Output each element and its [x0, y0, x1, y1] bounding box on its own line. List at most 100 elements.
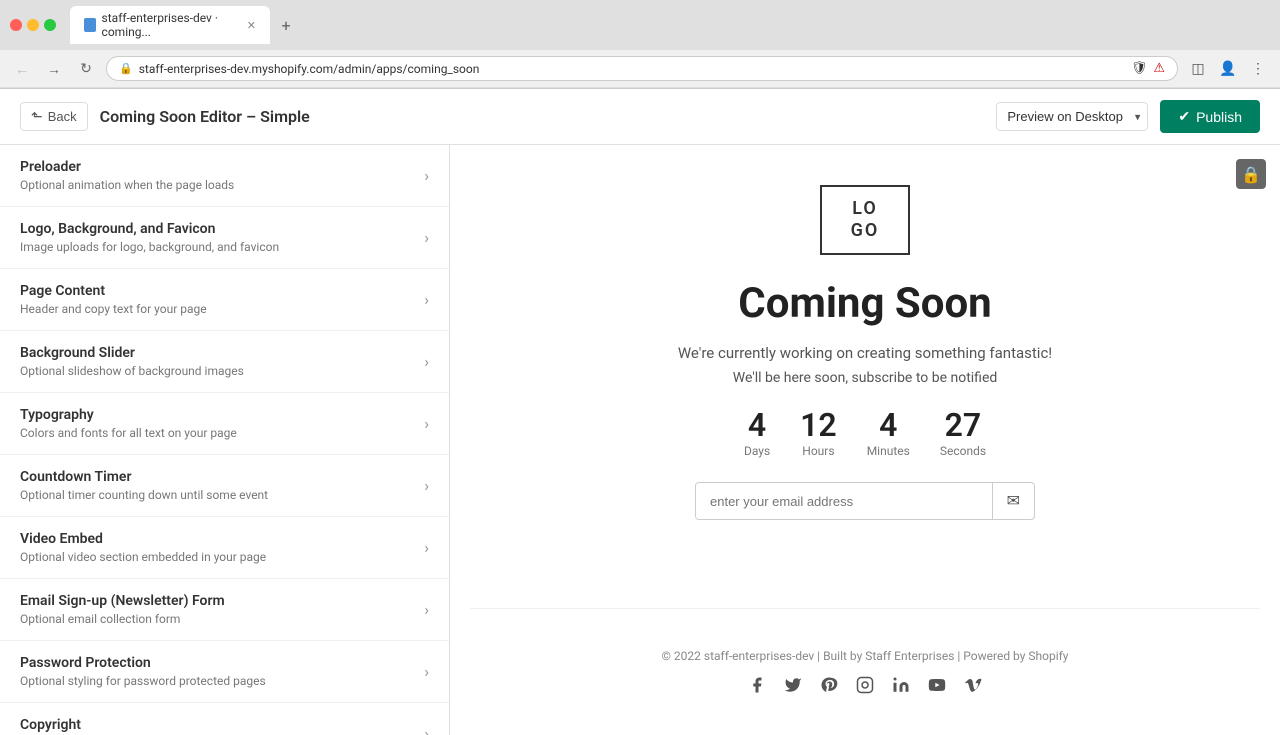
sidebar-item-typography[interactable]: Typography Colors and fonts for all text…	[0, 393, 449, 455]
sidebar-item-logo-bg-favicon[interactable]: Logo, Background, and Favicon Image uplo…	[0, 207, 449, 269]
sidebar-item-countdown[interactable]: Countdown Timer Optional timer counting …	[0, 455, 449, 517]
footer-copyright: © 2022 staff-enterprises-dev | Built by …	[470, 649, 1260, 663]
extensions-btn[interactable]: ◫	[1186, 57, 1210, 81]
sidebar-item-preloader[interactable]: Preloader Optional animation when the pa…	[0, 145, 449, 207]
back-button[interactable]: ⬑ Back	[20, 102, 88, 131]
sidebar-item-content-countdown: Countdown Timer Optional timer counting …	[20, 469, 424, 502]
address-bar[interactable]: 🔒 staff-enterprises-dev.myshopify.com/ad…	[106, 56, 1178, 81]
pinterest-icon[interactable]	[819, 675, 839, 695]
publish-button[interactable]: ✔ Publish	[1160, 100, 1260, 133]
coming-soon-subscribe-text: We'll be here soon, subscribe to be noti…	[733, 370, 998, 386]
browser-dots	[10, 19, 56, 31]
sidebar-item-title-preloader: Preloader	[20, 159, 424, 175]
preview-select-wrapper: Preview on Desktop Preview on Mobile	[996, 102, 1148, 131]
sidebar-item-desc-logo: Image uploads for logo, background, and …	[20, 240, 424, 254]
lock-icon-container: 🔒	[1236, 159, 1266, 189]
twitter-icon[interactable]	[783, 675, 803, 695]
countdown-seconds-value: 27	[945, 406, 982, 444]
dot-close[interactable]	[10, 19, 22, 31]
preview-mode-select[interactable]: Preview on Desktop Preview on Mobile	[996, 102, 1148, 131]
countdown-days-value: 4	[748, 406, 766, 444]
sidebar-item-password-protection[interactable]: Password Protection Optional styling for…	[0, 641, 449, 703]
logo-text: LOGO	[851, 198, 880, 241]
sidebar-item-arrow-preloader: ›	[424, 166, 429, 185]
countdown-seconds: 27 Seconds	[940, 406, 986, 458]
sidebar-item-arrow-logo: ›	[424, 228, 429, 247]
tab-close-btn[interactable]: ✕	[247, 19, 256, 32]
vimeo-icon[interactable]	[963, 675, 983, 695]
sidebar-item-video-embed[interactable]: Video Embed Optional video section embed…	[0, 517, 449, 579]
sidebar-item-arrow-bgslider: ›	[424, 352, 429, 371]
app-header-left: ⬑ Back Coming Soon Editor – Simple	[20, 102, 310, 131]
sidebar-item-arrow-countdown: ›	[424, 476, 429, 495]
sidebar-item-title-typography: Typography	[20, 407, 424, 423]
publish-icon: ✔	[1178, 108, 1190, 125]
email-form: ✉	[695, 482, 1035, 520]
sidebar-item-title-logo: Logo, Background, and Favicon	[20, 221, 424, 237]
sidebar-item-email-signup[interactable]: Email Sign-up (Newsletter) Form Optional…	[0, 579, 449, 641]
address-bar-warning-icon: ⚠	[1153, 61, 1165, 76]
countdown-hours-label: Hours	[802, 444, 834, 458]
sidebar-item-copyright[interactable]: Copyright Show, hide, or customize the c…	[0, 703, 449, 735]
dot-minimize[interactable]	[27, 19, 39, 31]
sidebar-item-content-page: Page Content Header and copy text for yo…	[20, 283, 424, 316]
sidebar-item-desc-page: Header and copy text for your page	[20, 302, 424, 316]
sidebar-item-desc-email: Optional email collection form	[20, 612, 424, 626]
nav-refresh-btn[interactable]: ↻	[74, 57, 98, 81]
email-submit-button[interactable]: ✉	[992, 483, 1034, 519]
sidebar-item-title-email: Email Sign-up (Newsletter) Form	[20, 593, 424, 609]
sidebar-item-title-password: Password Protection	[20, 655, 424, 671]
youtube-icon[interactable]	[927, 675, 947, 695]
profile-btn[interactable]: 👤	[1216, 57, 1240, 81]
browser-titlebar: staff-enterprises-dev · coming... ✕ +	[0, 0, 1280, 50]
sidebar-item-arrow-page: ›	[424, 290, 429, 309]
countdown-minutes: 4 Minutes	[867, 406, 910, 458]
tab-title: staff-enterprises-dev · coming...	[102, 11, 241, 39]
countdown-seconds-label: Seconds	[940, 444, 986, 458]
app-header: ⬑ Back Coming Soon Editor – Simple Previ…	[0, 89, 1280, 145]
sidebar: Preloader Optional animation when the pa…	[0, 145, 450, 735]
menu-btn[interactable]: ⋮	[1246, 57, 1270, 81]
dot-maximize[interactable]	[44, 19, 56, 31]
facebook-icon[interactable]	[747, 675, 767, 695]
countdown-display: 4 Days 12 Hours 4 Minutes 27 Seconds	[744, 406, 986, 458]
sidebar-item-arrow-typography: ›	[424, 414, 429, 433]
browser-chrome: staff-enterprises-dev · coming... ✕ + ← …	[0, 0, 1280, 89]
sidebar-item-content-typography: Typography Colors and fonts for all text…	[20, 407, 424, 440]
sidebar-item-content-logo: Logo, Background, and Favicon Image uplo…	[20, 221, 424, 254]
sidebar-item-title-copyright: Copyright	[20, 717, 424, 733]
countdown-days: 4 Days	[744, 406, 770, 458]
new-tab-button[interactable]: +	[276, 15, 296, 35]
sidebar-item-title-bgslider: Background Slider	[20, 345, 424, 361]
social-icons-row	[470, 675, 1260, 695]
browser-tab[interactable]: staff-enterprises-dev · coming... ✕	[70, 6, 270, 44]
sidebar-item-content-password: Password Protection Optional styling for…	[20, 655, 424, 688]
sidebar-item-title-page: Page Content	[20, 283, 424, 299]
coming-soon-preview: LOGO Coming Soon We're currently working…	[450, 145, 1280, 735]
coming-soon-footer: © 2022 staff-enterprises-dev | Built by …	[470, 608, 1260, 695]
sidebar-item-background-slider[interactable]: Background Slider Optional slideshow of …	[0, 331, 449, 393]
sidebar-item-content-video: Video Embed Optional video section embed…	[20, 531, 424, 564]
sidebar-item-desc-typography: Colors and fonts for all text on your pa…	[20, 426, 424, 440]
nav-back-btn[interactable]: ←	[10, 57, 34, 81]
browser-toolbar: ← → ↻ 🔒 staff-enterprises-dev.myshopify.…	[0, 50, 1280, 88]
sidebar-item-arrow-video: ›	[424, 538, 429, 557]
address-bar-url: staff-enterprises-dev.myshopify.com/admi…	[139, 62, 1125, 76]
email-input[interactable]	[696, 483, 992, 519]
sidebar-item-arrow-password: ›	[424, 662, 429, 681]
coming-soon-title: Coming Soon	[738, 279, 991, 328]
sidebar-item-title-countdown: Countdown Timer	[20, 469, 424, 485]
publish-label: Publish	[1196, 109, 1242, 125]
app-header-right: Preview on Desktop Preview on Mobile ✔ P…	[996, 100, 1260, 133]
linkedin-icon[interactable]	[891, 675, 911, 695]
instagram-icon[interactable]	[855, 675, 875, 695]
lock-icon: 🔒	[1236, 159, 1266, 189]
email-submit-icon: ✉	[1007, 493, 1020, 510]
tab-favicon	[84, 18, 96, 32]
countdown-hours: 12 Hours	[800, 406, 837, 458]
back-icon: ⬑	[31, 108, 43, 125]
sidebar-item-content-email: Email Sign-up (Newsletter) Form Optional…	[20, 593, 424, 626]
sidebar-item-page-content[interactable]: Page Content Header and copy text for yo…	[0, 269, 449, 331]
coming-soon-subtitle: We're currently working on creating some…	[678, 344, 1052, 362]
nav-forward-btn[interactable]: →	[42, 57, 66, 81]
